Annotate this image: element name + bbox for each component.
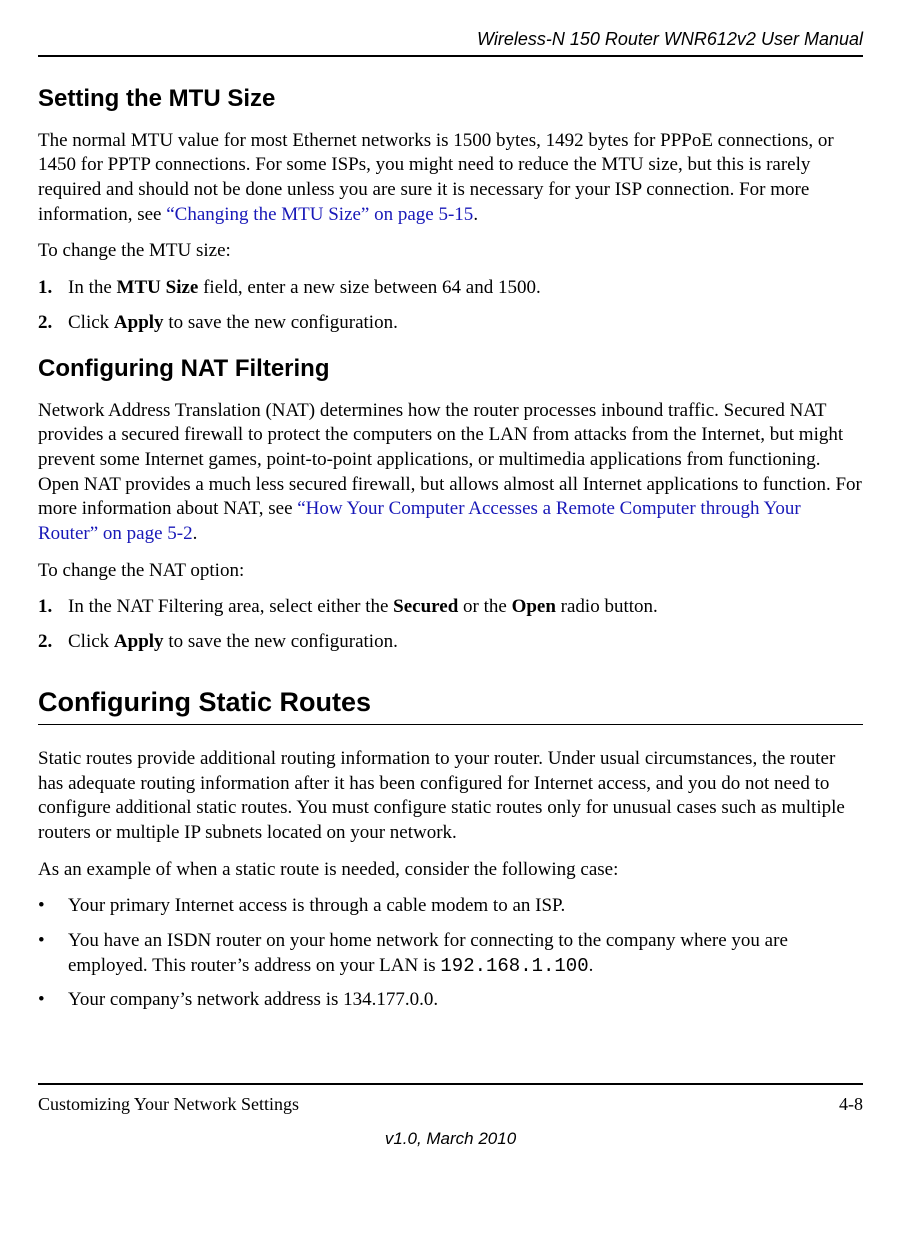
static-routes-bullets: • Your primary Internet access is throug… [38, 894, 863, 1013]
text: or the [458, 596, 511, 617]
text: You have an ISDN router on your home net… [68, 930, 788, 976]
text: field, enter a new size between 64 and 1… [198, 277, 540, 298]
bold-text: Secured [393, 596, 458, 617]
mtu-step-1: 1. In the MTU Size field, enter a new si… [38, 276, 863, 301]
nat-heading: Configuring NAT Filtering [38, 353, 863, 384]
footer-right: 4-8 [839, 1093, 863, 1116]
step-text: In the MTU Size field, enter a new size … [68, 276, 541, 301]
bullet-text: You have an ISDN router on your home net… [68, 929, 863, 978]
mtu-link[interactable]: “Changing the MTU Size” on page 5-15 [166, 204, 473, 225]
mtu-paragraph-2: To change the MTU size: [38, 239, 863, 264]
nat-step-2: 2. Click Apply to save the new configura… [38, 630, 863, 655]
bullet-item-2: • You have an ISDN router on your home n… [38, 929, 863, 978]
step-number: 2. [38, 630, 68, 655]
static-routes-paragraph-1: Static routes provide additional routing… [38, 747, 863, 846]
footer-left: Customizing Your Network Settings [38, 1093, 299, 1116]
nat-step-1: 1. In the NAT Filtering area, select eit… [38, 595, 863, 620]
text: to save the new configuration. [164, 631, 398, 652]
step-number: 2. [38, 311, 68, 336]
static-routes-paragraph-2: As an example of when a static route is … [38, 858, 863, 883]
bullet-dot: • [38, 894, 68, 919]
text: Click [68, 312, 114, 333]
page-footer: Customizing Your Network Settings 4-8 v1… [38, 1083, 863, 1150]
nat-paragraph-2: To change the NAT option: [38, 559, 863, 584]
step-text: In the NAT Filtering area, select either… [68, 595, 658, 620]
bold-text: MTU Size [117, 277, 199, 298]
bullet-dot: • [38, 988, 68, 1013]
mtu-heading: Setting the MTU Size [38, 83, 863, 114]
mtu-steps: 1. In the MTU Size field, enter a new si… [38, 276, 863, 335]
ip-address: 192.168.1.100 [440, 955, 588, 977]
manual-title: Wireless-N 150 Router WNR612v2 User Manu… [477, 29, 863, 49]
text: to save the new configuration. [164, 312, 398, 333]
text: In the NAT Filtering area, select either… [68, 596, 393, 617]
text: . [193, 523, 198, 544]
mtu-step-2: 2. Click Apply to save the new configura… [38, 311, 863, 336]
page-header: Wireless-N 150 Router WNR612v2 User Manu… [38, 28, 863, 57]
text: In the [68, 277, 117, 298]
bold-text: Apply [114, 631, 164, 652]
step-text: Click Apply to save the new configuratio… [68, 630, 398, 655]
text: radio button. [556, 596, 658, 617]
static-routes-heading: Configuring Static Routes [38, 685, 863, 725]
nat-steps: 1. In the NAT Filtering area, select eit… [38, 595, 863, 654]
step-number: 1. [38, 276, 68, 301]
bold-text: Open [512, 596, 556, 617]
mtu-paragraph-1: The normal MTU value for most Ethernet n… [38, 129, 863, 228]
bullet-dot: • [38, 929, 68, 978]
bullet-text: Your primary Internet access is through … [68, 894, 565, 919]
footer-center: v1.0, March 2010 [38, 1128, 863, 1150]
bold-text: Apply [114, 312, 164, 333]
text: . [589, 955, 594, 976]
bullet-item-3: • Your company’s network address is 134.… [38, 988, 863, 1013]
bullet-item-1: • Your primary Internet access is throug… [38, 894, 863, 919]
footer-row: Customizing Your Network Settings 4-8 [38, 1083, 863, 1116]
step-number: 1. [38, 595, 68, 620]
text: . [473, 204, 478, 225]
text: Click [68, 631, 114, 652]
step-text: Click Apply to save the new configuratio… [68, 311, 398, 336]
nat-paragraph-1: Network Address Translation (NAT) determ… [38, 399, 863, 547]
bullet-text: Your company’s network address is 134.17… [68, 988, 438, 1013]
